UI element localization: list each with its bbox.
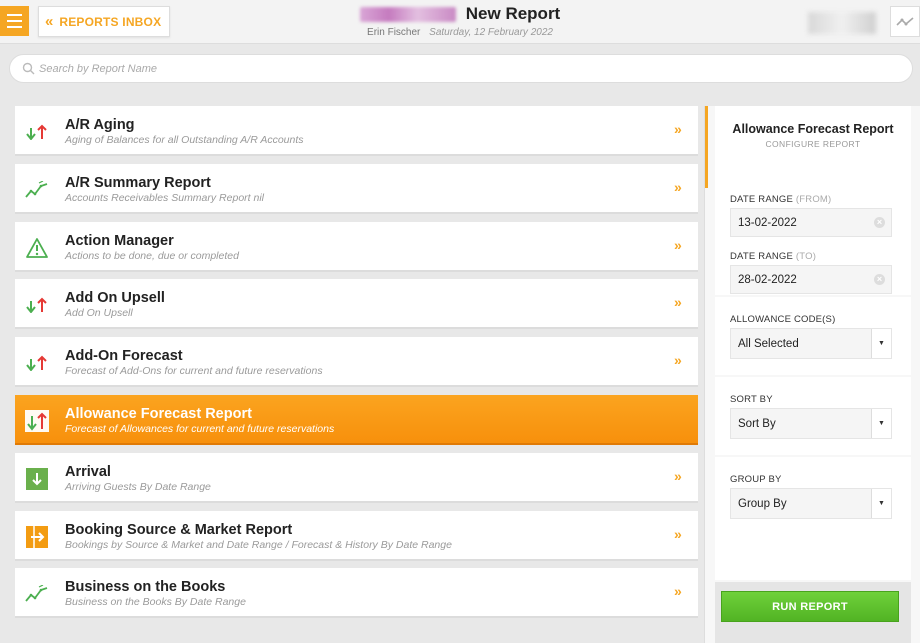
trend-line-icon (25, 582, 49, 606)
date-from-label: DATE RANGE (FROM) (730, 194, 831, 205)
up-down-arrows-icon (25, 409, 49, 433)
allowance-code-select[interactable]: All Selected ▼ (730, 328, 892, 359)
report-description: Add On Upsell (65, 307, 133, 320)
report-list: A/R Aging Aging of Balances for all Outst… (15, 106, 698, 626)
menu-line (7, 20, 22, 22)
report-title: Arrival (65, 463, 111, 480)
allowance-code-label: ALLOWANCE CODE(S) (730, 314, 836, 325)
date-from-hint: (FROM) (795, 194, 832, 205)
report-row[interactable]: Allowance Forecast Report Forecast of All… (15, 394, 698, 445)
sort-by-select[interactable]: Sort By ▼ (730, 408, 892, 439)
sort-by-label: SORT BY (730, 394, 773, 405)
up-down-arrows-icon (25, 351, 49, 375)
up-down-arrows-icon (25, 120, 49, 144)
panel-header: Allowance Forecast Report CONFIGURE REPO… (715, 106, 911, 188)
report-description: Aging of Balances for all Outstanding A/… (65, 134, 304, 146)
allowance-code-value: All Selected (738, 337, 799, 350)
chevron-down-icon: ▼ (871, 329, 891, 358)
double-chevron-right-icon[interactable]: » (674, 179, 682, 195)
report-title: Allowance Forecast Report (65, 405, 252, 422)
reports-inbox-button[interactable]: « REPORTS INBOX (38, 6, 170, 37)
clear-date-from-icon[interactable]: × (874, 217, 885, 228)
search-bar[interactable] (9, 54, 913, 83)
date-to-hint: (TO) (795, 251, 817, 262)
panel-title: Allowance Forecast Report (732, 122, 894, 136)
date-to-label: DATE RANGE (TO) (730, 251, 816, 262)
redacted-user-avatar (808, 12, 876, 34)
double-chevron-right-icon[interactable]: » (674, 583, 682, 599)
chevron-down-icon: ▼ (871, 489, 891, 518)
report-description: Actions to be done, due or completed (65, 249, 239, 262)
report-description: Arriving Guests By Date Range (65, 480, 211, 493)
configure-report-panel: Allowance Forecast Report CONFIGURE REPO… (704, 106, 920, 643)
warning-icon (25, 236, 49, 260)
clear-date-to-icon[interactable]: × (874, 274, 885, 285)
current-date: Saturday, 12 February 2022 (429, 27, 553, 38)
report-row[interactable]: A/R Aging Aging of Balances for all Outst… (15, 106, 698, 156)
report-title: A/R Aging (65, 117, 135, 133)
double-chevron-right-icon[interactable]: » (674, 294, 682, 310)
report-title: Add-On Forecast (65, 348, 183, 365)
report-row[interactable]: Action Manager Actions to be done, due or… (15, 221, 698, 272)
activity-button[interactable] (890, 6, 920, 37)
report-title: Add On Upsell (65, 290, 165, 307)
report-row[interactable]: A/R Summary Report Accounts Receivables S… (15, 163, 698, 214)
hamburger-menu-button[interactable] (0, 6, 29, 36)
search-input[interactable] (39, 62, 339, 75)
panel-subtitle: CONFIGURE REPORT (765, 139, 861, 149)
date-to-label-text: DATE RANGE (730, 251, 794, 262)
report-title: A/R Summary Report (65, 174, 211, 191)
arrival-icon (25, 467, 49, 491)
date-range-section: DATE RANGE (FROM) 13-02-2022 × DATE RANG… (715, 188, 911, 295)
page-title: New Report (465, 4, 561, 23)
report-description: Business on the Books By Date Range (65, 596, 246, 609)
menu-line (7, 26, 22, 28)
group-by-select[interactable]: Group By ▼ (730, 488, 892, 519)
double-chevron-right-icon[interactable]: » (674, 352, 682, 368)
report-row[interactable]: Booking Source & Market Report Bookings b… (15, 510, 698, 561)
report-title: Action Manager (65, 232, 174, 249)
user-name: Erin Fischer (367, 27, 421, 38)
date-from-value: 13-02-2022 (738, 216, 797, 229)
run-report-button[interactable]: RUN REPORT (721, 591, 899, 622)
date-to-field[interactable]: 28-02-2022 × (730, 265, 892, 294)
group-by-label: GROUP BY (730, 474, 782, 485)
activity-icon (896, 16, 914, 26)
date-to-value: 28-02-2022 (738, 273, 797, 286)
report-description: Forecast of Allowances for current and f… (65, 422, 335, 435)
sort-by-section: SORT BY Sort By ▼ (715, 377, 911, 455)
report-title: Booking Source & Market Report (65, 521, 293, 538)
header-center: New Report Erin Fischer Saturday, 12 Feb… (320, 4, 600, 38)
panel-accent-bar (705, 106, 708, 188)
report-description: Bookings by Source & Market and Date Ran… (65, 538, 452, 551)
date-from-label-text: DATE RANGE (730, 194, 794, 205)
report-description: Accounts Receivables Summary Report nil (65, 191, 264, 204)
reports-inbox-label: REPORTS INBOX (59, 14, 162, 29)
search-icon (22, 62, 35, 75)
group-by-section: GROUP BY Group By ▼ (715, 457, 911, 580)
report-row[interactable]: Arrival Arriving Guests By Date Range » (15, 452, 698, 503)
double-chevron-right-icon[interactable]: » (674, 237, 682, 253)
redacted-property-name (359, 6, 456, 22)
trend-line-icon (25, 178, 49, 202)
chevron-down-icon: ▼ (871, 409, 891, 438)
double-chevron-left-icon: « (45, 13, 54, 30)
menu-line (7, 14, 22, 16)
report-row[interactable]: Add On Upsell Add On Upsell » (15, 279, 698, 330)
report-row[interactable]: Add-On Forecast Forecast of Add-Ons for c… (15, 337, 698, 388)
report-title: Business on the Books (65, 579, 226, 596)
up-down-arrows-icon (25, 293, 49, 317)
booking-source-icon (25, 525, 49, 549)
top-bar: « REPORTS INBOX New Report Erin Fischer … (0, 0, 920, 44)
report-row[interactable]: Business on the Books Business on the Boo… (15, 568, 698, 619)
report-description: Forecast of Add-Ons for current and futu… (65, 365, 323, 378)
double-chevron-right-icon[interactable]: » (674, 526, 682, 542)
double-chevron-right-icon[interactable]: » (674, 468, 682, 484)
double-chevron-right-icon[interactable]: » (674, 121, 682, 137)
group-by-value: Group By (738, 497, 787, 510)
allowance-code-section: ALLOWANCE CODE(S) All Selected ▼ (715, 297, 911, 375)
sort-by-value: Sort By (738, 417, 776, 430)
date-from-field[interactable]: 13-02-2022 × (730, 208, 892, 237)
